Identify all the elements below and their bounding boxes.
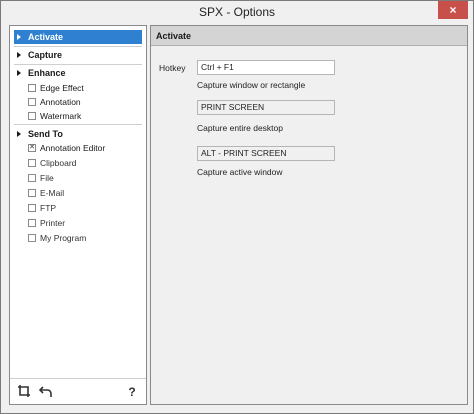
caret-right-icon [17, 34, 21, 40]
nav-item-email[interactable]: E-Mail [28, 187, 64, 199]
nav-item-watermark[interactable]: Watermark [28, 110, 81, 122]
hotkey-input[interactable]: Ctrl + F1 [197, 60, 335, 75]
checkbox[interactable] [28, 159, 36, 167]
divider [14, 46, 142, 47]
nav-item-edge-effect[interactable]: Edge Effect [28, 82, 84, 94]
nav-item-file[interactable]: File [28, 172, 54, 184]
checkbox[interactable] [28, 98, 36, 106]
alt-print-screen-caption: Capture active window [197, 167, 283, 177]
checkbox-checked[interactable]: ✕ [28, 144, 36, 152]
nav-item-label: Watermark [40, 111, 82, 121]
checkbox[interactable] [28, 112, 36, 120]
nav-send-to[interactable]: Send To [14, 127, 142, 141]
nav-item-annotation[interactable]: Annotation [28, 96, 81, 108]
print-screen-caption: Capture entire desktop [197, 123, 283, 133]
checkbox[interactable] [28, 234, 36, 242]
alt-print-screen-input[interactable]: ALT - PRINT SCREEN [197, 146, 335, 161]
caret-right-icon [17, 70, 21, 76]
nav-item-ftp[interactable]: FTP [28, 202, 56, 214]
undo-icon[interactable] [38, 384, 54, 400]
nav-item-printer[interactable]: Printer [28, 217, 65, 229]
options-sidebar: Activate Capture Enhance Edge Effect Ann… [9, 25, 147, 405]
close-button[interactable]: × [438, 1, 468, 19]
print-screen-input[interactable]: PRINT SCREEN [197, 100, 335, 115]
nav-send-to-label: Send To [28, 129, 63, 139]
divider [14, 64, 142, 65]
nav-enhance[interactable]: Enhance [14, 66, 142, 80]
nav-item-label: My Program [40, 233, 87, 243]
nav-item-annotation-editor[interactable]: ✕ Annotation Editor [28, 142, 105, 154]
nav-enhance-label: Enhance [28, 68, 66, 78]
help-button[interactable]: ? [124, 384, 140, 400]
main-panel: Activate Hotkey Ctrl + F1 Capture window… [150, 25, 468, 405]
title-bar[interactable]: SPX - Options × [1, 1, 473, 25]
nav-item-label: E-Mail [40, 188, 65, 198]
hotkey-caption: Capture window or rectangle [197, 80, 306, 90]
checkbox[interactable] [28, 84, 36, 92]
caret-right-icon [17, 131, 21, 137]
nav-capture[interactable]: Capture [14, 48, 142, 62]
options-window: SPX - Options × Activate Capture Enhance… [0, 0, 474, 414]
window-title: SPX - Options [198, 5, 276, 19]
nav-capture-label: Capture [28, 50, 63, 60]
sidebar-footer: ? [10, 378, 146, 404]
divider [14, 124, 142, 125]
nav-item-my-program[interactable]: My Program [28, 232, 86, 244]
nav-item-label: FTP [40, 203, 57, 213]
caret-right-icon [17, 52, 21, 58]
hotkey-label: Hotkey [159, 63, 186, 73]
nav-item-label: Edge Effect [40, 83, 84, 93]
checkbox[interactable] [28, 204, 36, 212]
nav-item-label: Annotation Editor [40, 143, 106, 153]
nav-activate[interactable]: Activate [14, 30, 142, 44]
checkbox[interactable] [28, 219, 36, 227]
nav-item-label: Clipboard [40, 158, 77, 168]
nav-item-clipboard[interactable]: Clipboard [28, 157, 76, 169]
checkbox[interactable] [28, 189, 36, 197]
crop-icon[interactable] [16, 384, 32, 400]
checkbox[interactable] [28, 174, 36, 182]
nav-item-label: File [40, 173, 54, 183]
nav-item-label: Printer [40, 218, 66, 228]
nav-activate-label: Activate [28, 32, 64, 42]
nav-item-label: Annotation [40, 97, 81, 107]
panel-header: Activate [151, 26, 467, 46]
